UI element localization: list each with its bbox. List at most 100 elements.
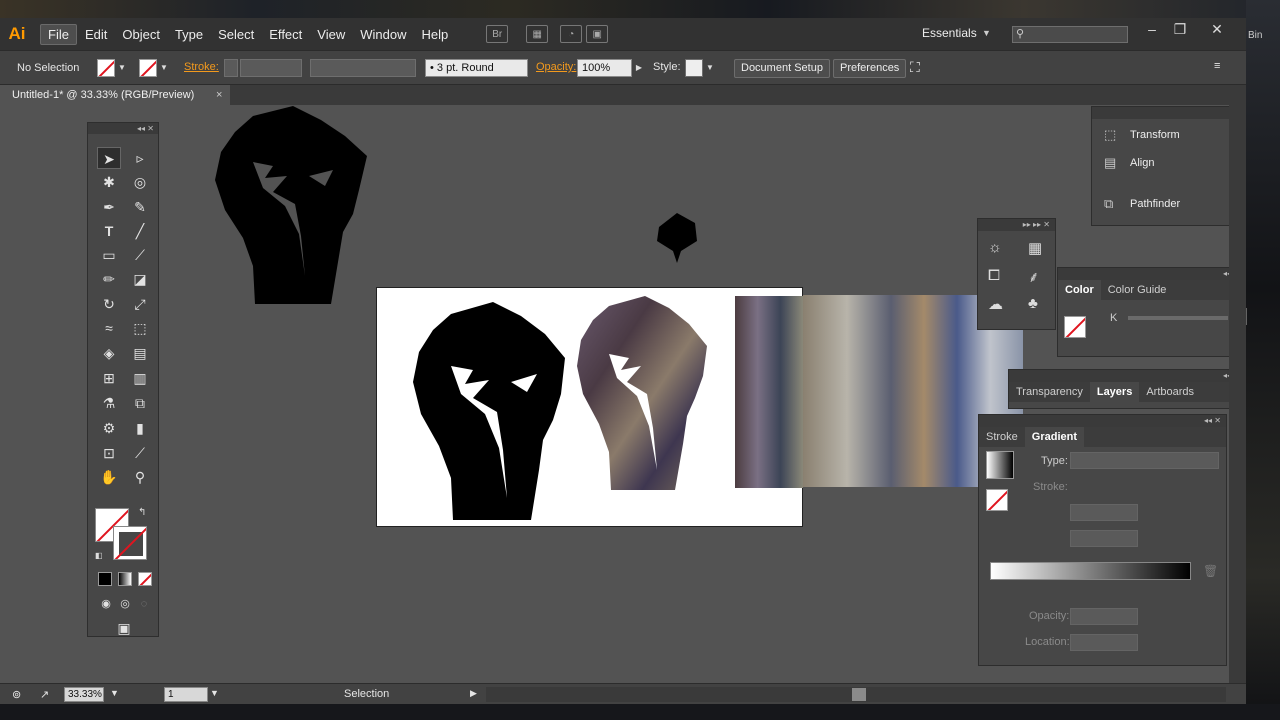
vertical-scrollbar[interactable] xyxy=(1229,105,1246,683)
rotate-tool-icon[interactable]: ↻ xyxy=(97,293,121,315)
canvas-area[interactable]: ◂◂ ✕ ➤ ▹ ✱ ◎ ✒ ✎ T ╱ ▭ ⟋ ✏ ◪ ↻ ⤢ ≈ ⬚ ◈ ▤… xyxy=(0,105,1247,683)
dock-collapse-bar[interactable]: ▸▸ ▸▸ ✕ xyxy=(978,219,1055,231)
zoom-tool-icon[interactable]: ⚲ xyxy=(128,466,152,488)
help-search-input[interactable]: ⚲ xyxy=(1012,26,1128,43)
k-slider[interactable] xyxy=(1128,316,1228,320)
libraries-icon[interactable]: ☁ xyxy=(988,295,1003,313)
fill-swatch[interactable] xyxy=(97,59,115,77)
menu-help[interactable]: Help xyxy=(414,25,455,44)
gradient-type-select[interactable] xyxy=(1070,452,1219,469)
artboard[interactable] xyxy=(376,287,803,527)
menu-edit[interactable]: Edit xyxy=(78,25,114,44)
pen-tool-icon[interactable]: ✒ xyxy=(97,196,121,218)
menu-view[interactable]: View xyxy=(310,25,352,44)
chevron-down-icon[interactable]: ▼ xyxy=(982,28,991,38)
artboard-dropdown-icon[interactable]: ▼ xyxy=(210,688,219,698)
gradient-panel-bar[interactable]: ◂◂ ✕ xyxy=(979,415,1226,427)
document-setup-button[interactable]: Document Setup xyxy=(734,59,830,78)
artboard-field[interactable]: 1 xyxy=(164,687,208,702)
gradient-preview-swatch[interactable] xyxy=(986,451,1014,479)
shape-builder-tool-icon[interactable]: ◈ xyxy=(97,342,121,364)
fist-shape-offboard[interactable] xyxy=(213,106,369,304)
column-graph-tool-icon[interactable]: ▮ xyxy=(128,417,152,439)
type-tool-icon[interactable]: T xyxy=(97,220,121,242)
pencil-tool-icon[interactable]: ✏ xyxy=(97,268,121,290)
symbols-icon[interactable]: ♣ xyxy=(1028,295,1038,312)
magic-wand-tool-icon[interactable]: ✱ xyxy=(97,171,121,193)
stroke-weight-stepper[interactable] xyxy=(224,59,238,77)
tab-stroke[interactable]: Stroke xyxy=(979,427,1025,447)
artboard-tool-icon[interactable]: ⊡ xyxy=(97,442,121,464)
transform-panel-item[interactable]: ⬚ Transform xyxy=(1104,127,1180,143)
minimize-button[interactable]: – xyxy=(1140,21,1164,37)
stroke-weight-field[interactable] xyxy=(240,59,302,77)
horizontal-scroll-thumb[interactable] xyxy=(852,688,866,701)
line-tool-icon[interactable]: ╱ xyxy=(128,220,152,242)
stroke-label[interactable]: Stroke: xyxy=(184,61,219,73)
gpu-performance-icon[interactable]: ▣ xyxy=(586,25,609,43)
symbol-sprayer-tool-icon[interactable]: ⚙ xyxy=(97,417,121,439)
swap-colors-icon[interactable]: ↰ xyxy=(138,507,146,518)
close-window-button[interactable]: ✕ xyxy=(1205,21,1229,38)
bridge-icon[interactable]: Br xyxy=(486,25,509,43)
stroke-color-box[interactable] xyxy=(113,526,147,560)
gradient-slider[interactable] xyxy=(990,562,1191,580)
mesh-tool-icon[interactable]: ⊞ xyxy=(97,367,121,389)
graphic-style-swatch[interactable] xyxy=(685,59,703,77)
status-menu-arrow[interactable]: ▶ xyxy=(470,688,477,699)
fragment-shape[interactable] xyxy=(655,213,699,263)
brushes-icon[interactable]: ⸙ xyxy=(1028,267,1039,287)
graphic-styles-icon[interactable]: ⧠ xyxy=(988,267,1000,284)
perspective-grid-tool-icon[interactable]: ▤ xyxy=(128,342,152,364)
sync-icon[interactable]: ◔ xyxy=(560,25,583,43)
variable-width-profile[interactable] xyxy=(310,59,416,77)
zoom-dropdown-icon[interactable]: ▼ xyxy=(110,688,119,698)
menu-effect[interactable]: Effect xyxy=(262,25,309,44)
menu-type[interactable]: Type xyxy=(168,25,210,44)
document-tab[interactable]: Untitled-1* @ 33.33% (RGB/Preview) xyxy=(0,85,230,105)
direct-selection-tool-icon[interactable]: ▹ xyxy=(128,147,152,169)
status-icon[interactable]: ⊚ xyxy=(12,688,21,701)
blurred-photo[interactable] xyxy=(735,296,803,488)
tab-layers[interactable]: Layers xyxy=(1089,382,1140,402)
fist-shape-black[interactable] xyxy=(411,302,567,522)
default-colors-icon[interactable]: ◧ xyxy=(95,551,103,560)
preferences-button[interactable]: Preferences xyxy=(833,59,907,78)
stroke-dropdown-icon[interactable]: ▼ xyxy=(158,59,170,77)
screen-mode-icon[interactable]: ▣ xyxy=(112,617,136,639)
tab-gradient[interactable]: Gradient xyxy=(1024,427,1085,447)
width-tool-icon[interactable]: ≈ xyxy=(97,317,121,339)
menu-object[interactable]: Object xyxy=(115,25,167,44)
style-dropdown-icon[interactable]: ▼ xyxy=(704,59,716,77)
zoom-field[interactable]: 33.33% xyxy=(64,687,104,702)
panel-collapse-bar[interactable]: ▸▸ xyxy=(1092,107,1245,119)
stroke-swatch[interactable] xyxy=(139,59,157,77)
gradient-tool-icon[interactable]: ▥ xyxy=(128,367,152,389)
gradient-mode-button[interactable] xyxy=(118,572,132,586)
blend-tool-icon[interactable]: ⧉ xyxy=(128,392,152,414)
arrange-documents-icon[interactable]: ▦ xyxy=(526,25,549,43)
tab-color[interactable]: Color xyxy=(1058,280,1101,300)
align-panel-item[interactable]: ▤ Align xyxy=(1104,155,1154,171)
tools-panel-header[interactable]: ◂◂ ✕ xyxy=(88,123,158,134)
close-document-icon[interactable]: × xyxy=(216,85,222,105)
draw-inside-icon[interactable]: ◌ xyxy=(132,593,156,615)
tab-color-guide[interactable]: Color Guide xyxy=(1101,280,1174,300)
stop-opacity-field[interactable] xyxy=(1070,608,1138,625)
workspace-switcher[interactable]: Essentials xyxy=(922,26,977,40)
stop-location-field[interactable] xyxy=(1070,634,1138,651)
fill-dropdown-icon[interactable]: ▼ xyxy=(116,59,128,77)
free-transform-tool-icon[interactable]: ⬚ xyxy=(128,317,152,339)
layers-panel-bar[interactable]: ◂◂ ✕ xyxy=(1009,370,1245,382)
gradient-fill-stroke-swatch[interactable] xyxy=(986,489,1008,511)
opacity-label[interactable]: Opacity: xyxy=(536,61,576,73)
brush-definition[interactable]: • 3 pt. Round xyxy=(425,59,528,77)
tab-transparency[interactable]: Transparency xyxy=(1009,382,1090,402)
angle-field[interactable] xyxy=(1070,504,1138,521)
opacity-slider-icon[interactable]: ▶ xyxy=(633,59,645,77)
none-mode-button[interactable] xyxy=(138,572,152,586)
maximize-button[interactable]: ❐ xyxy=(1168,21,1192,38)
rectangle-tool-icon[interactable]: ▭ xyxy=(97,244,121,266)
selection-tool-icon[interactable]: ➤ xyxy=(97,147,121,169)
opacity-field[interactable]: 100% xyxy=(577,59,632,77)
